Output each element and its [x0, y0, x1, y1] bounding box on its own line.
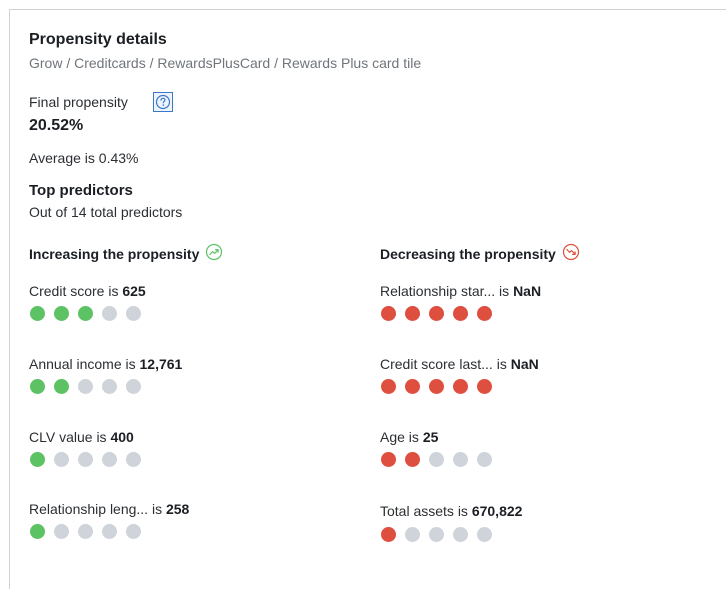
strength-dot-empty [102, 379, 117, 394]
predictor-strength-dots [381, 306, 492, 321]
predictor-label: Annual income is 12,761 [29, 356, 183, 372]
strength-dot-empty [102, 524, 117, 539]
strength-dot-filled [453, 306, 468, 321]
help-icon[interactable] [153, 92, 173, 112]
strength-dot-filled [429, 379, 444, 394]
increasing-header-label: Increasing the propensity [29, 245, 200, 262]
predictor-strength-dots [381, 379, 492, 394]
strength-dot-empty [453, 452, 468, 467]
strength-dot-empty [78, 452, 93, 467]
strength-dot-filled [405, 379, 420, 394]
decreasing-header: Decreasing the propensity [380, 243, 580, 264]
predictor-label: Total assets is 670,822 [380, 503, 523, 519]
strength-dot-filled [30, 452, 45, 467]
strength-dot-filled [30, 306, 45, 321]
strength-dot-filled [405, 452, 420, 467]
strength-dot-empty [477, 452, 492, 467]
top-predictors-title: Top predictors [29, 182, 133, 199]
strength-dot-empty [78, 379, 93, 394]
strength-dot-empty [126, 452, 141, 467]
strength-dot-empty [405, 527, 420, 542]
strength-dot-empty [102, 452, 117, 467]
final-propensity-value: 20.52% [29, 117, 84, 134]
strength-dot-filled [429, 306, 444, 321]
strength-dot-filled [54, 379, 69, 394]
strength-dot-empty [477, 527, 492, 542]
strength-dot-filled [381, 452, 396, 467]
predictor-strength-dots [30, 452, 141, 467]
breadcrumb: Grow / Creditcards / RewardsPlusCard / R… [29, 55, 422, 71]
average-propensity: Average is 0.43% [29, 150, 139, 166]
strength-dot-empty [54, 524, 69, 539]
predictor-label: CLV value is 400 [29, 429, 134, 445]
predictor-label: Credit score is 625 [29, 283, 146, 299]
strength-dot-filled [381, 527, 396, 542]
strength-dot-filled [477, 306, 492, 321]
strength-dot-filled [405, 306, 420, 321]
strength-dot-empty [453, 527, 468, 542]
strength-dot-empty [126, 306, 141, 321]
strength-dot-filled [30, 524, 45, 539]
decreasing-header-label: Decreasing the propensity [380, 245, 556, 262]
predictor-label: Credit score last... is NaN [380, 356, 539, 372]
panel-title: Propensity details [29, 31, 167, 48]
predictor-strength-dots [381, 452, 492, 467]
increasing-header: Increasing the propensity [29, 243, 223, 264]
predictor-label: Relationship star... is NaN [380, 283, 542, 299]
strength-dot-empty [54, 452, 69, 467]
predictor-label: Relationship leng... is 258 [29, 501, 190, 517]
final-propensity-label: Final propensity [29, 94, 128, 110]
predictor-strength-dots [30, 379, 141, 394]
strength-dot-filled [381, 379, 396, 394]
trend-down-icon [562, 243, 580, 264]
strength-dot-empty [126, 524, 141, 539]
strength-dot-filled [381, 306, 396, 321]
trend-up-icon [205, 243, 223, 264]
strength-dot-filled [54, 306, 69, 321]
predictor-label: Age is 25 [380, 429, 439, 445]
strength-dot-empty [78, 524, 93, 539]
predictor-strength-dots [381, 527, 492, 542]
predictor-strength-dots [30, 524, 141, 539]
predictor-strength-dots [30, 306, 141, 321]
top-predictors-subtitle: Out of 14 total predictors [29, 204, 183, 220]
strength-dot-empty [429, 527, 444, 542]
strength-dot-filled [78, 306, 93, 321]
strength-dot-empty [429, 452, 444, 467]
strength-dot-empty [102, 306, 117, 321]
strength-dot-empty [126, 379, 141, 394]
strength-dot-filled [30, 379, 45, 394]
strength-dot-filled [453, 379, 468, 394]
strength-dot-filled [477, 379, 492, 394]
